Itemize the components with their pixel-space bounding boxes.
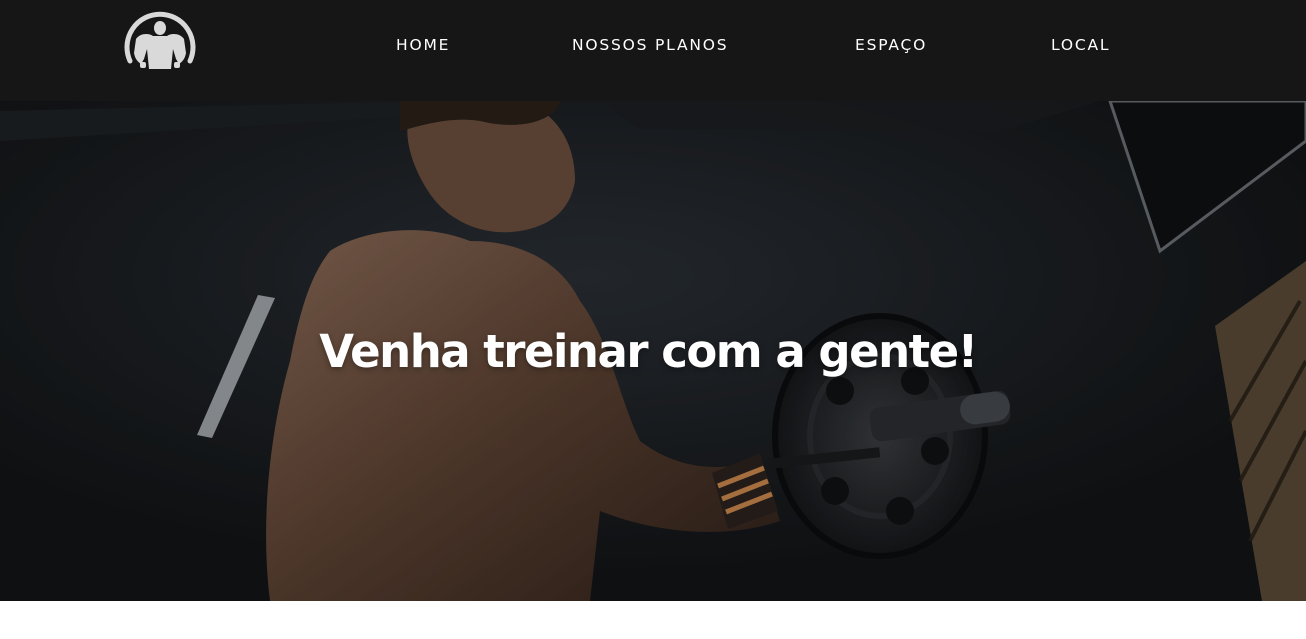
main-nav: HOME NOSSOS PLANOS ESPAÇO LOCAL <box>0 0 1306 92</box>
hero-title: Venha treinar com a gente! <box>319 325 978 378</box>
nav-link-home[interactable]: HOME <box>396 36 450 54</box>
site-header: HOME NOSSOS PLANOS ESPAÇO LOCAL <box>0 0 1306 101</box>
nav-link-planos[interactable]: NOSSOS PLANOS <box>572 36 728 54</box>
hero-section: Venha treinar com a gente! <box>0 101 1306 601</box>
content-start-area <box>0 601 1306 639</box>
nav-link-espaco[interactable]: ESPAÇO <box>855 36 927 54</box>
nav-link-local[interactable]: LOCAL <box>1051 36 1110 54</box>
